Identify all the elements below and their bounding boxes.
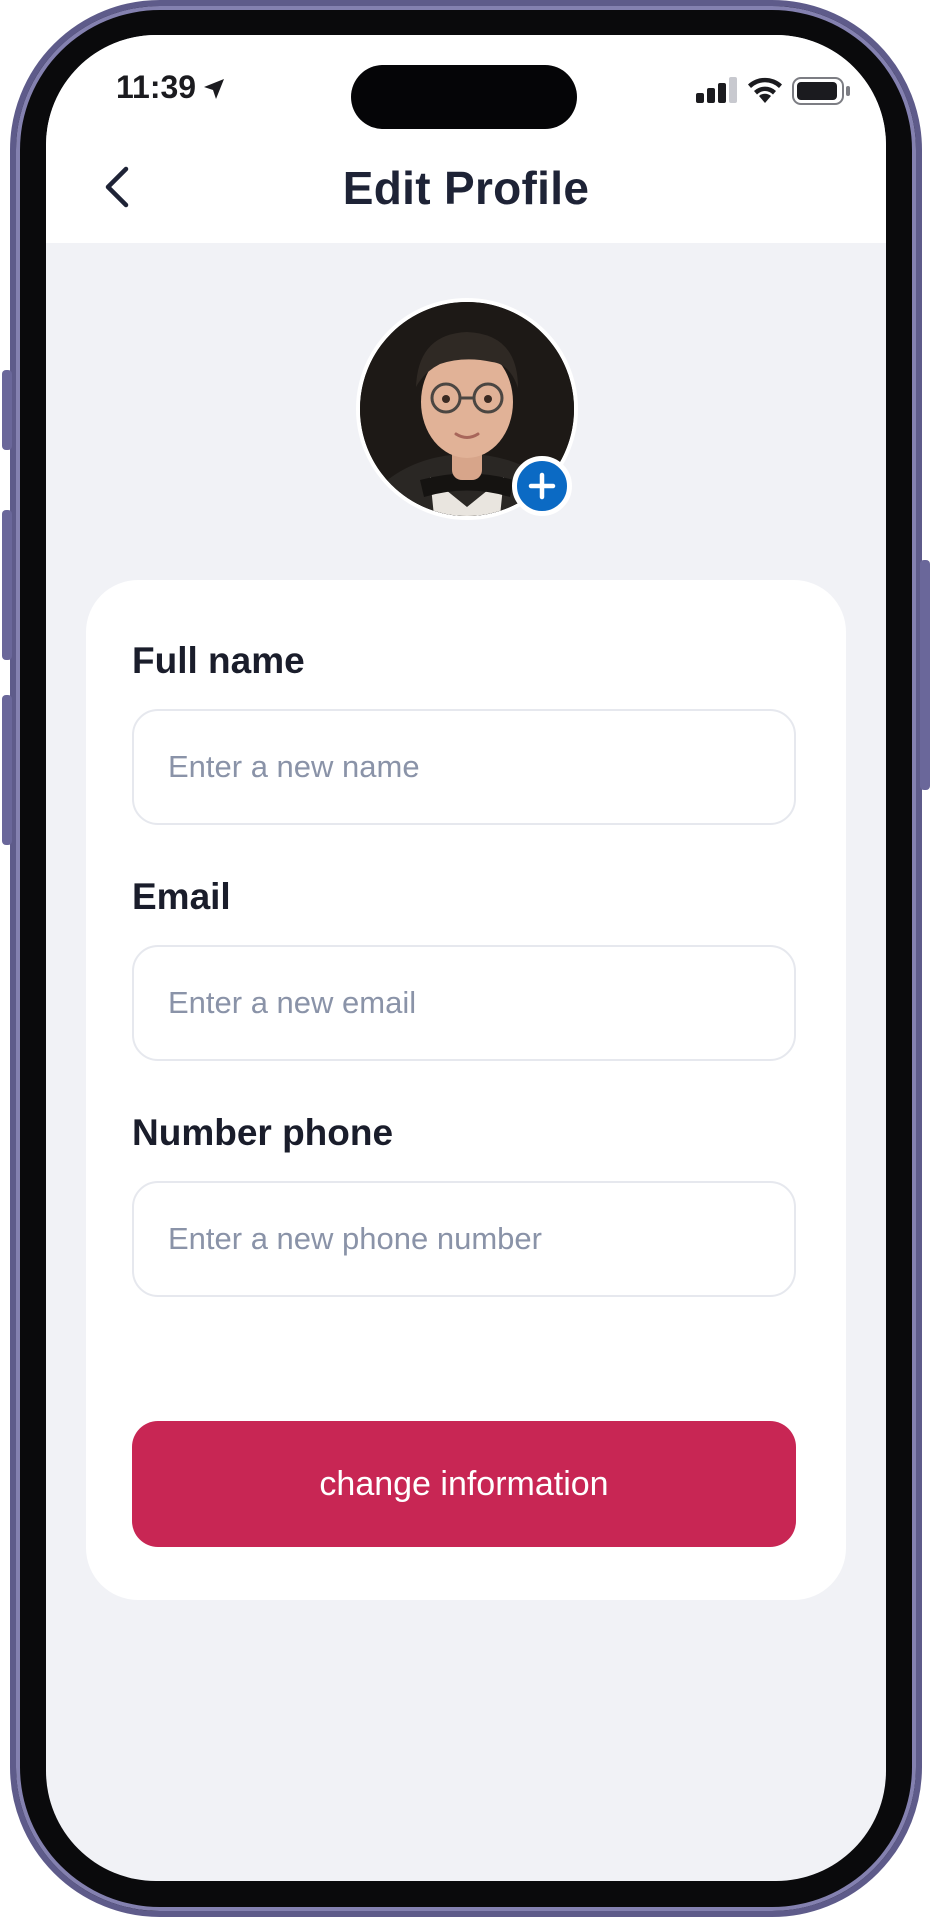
page-title: Edit Profile <box>342 162 590 214</box>
phone-number-input[interactable] <box>132 1181 796 1297</box>
change-information-button[interactable]: change information <box>132 1421 796 1547</box>
location-arrow-icon <box>204 79 224 99</box>
full-name-label: Full name <box>132 640 305 681</box>
mute-switch <box>2 370 12 450</box>
full-name-input[interactable] <box>132 709 796 825</box>
add-photo-button[interactable] <box>512 456 572 516</box>
power-button <box>920 560 930 790</box>
cellular-signal-icon <box>696 77 737 103</box>
volume-up-button <box>2 510 12 660</box>
profile-photo <box>356 298 578 520</box>
email-input[interactable] <box>132 945 796 1061</box>
wifi-icon <box>748 77 782 103</box>
battery-icon <box>792 77 850 105</box>
email-label: Email <box>132 876 231 917</box>
dynamic-island <box>351 65 577 129</box>
volume-down-button <box>2 695 12 845</box>
status-time: 11:39 <box>116 69 197 105</box>
status-bar: 11:39 <box>46 35 886 135</box>
edit-profile-form: Full name Email Number phone change info… <box>86 580 846 1600</box>
header: Edit Profile <box>46 135 886 243</box>
plus-icon <box>528 472 556 500</box>
phone-number-label: Number phone <box>132 1112 394 1153</box>
screen: 11:39 Edit Profile Full name Enter a new… <box>46 35 886 1881</box>
